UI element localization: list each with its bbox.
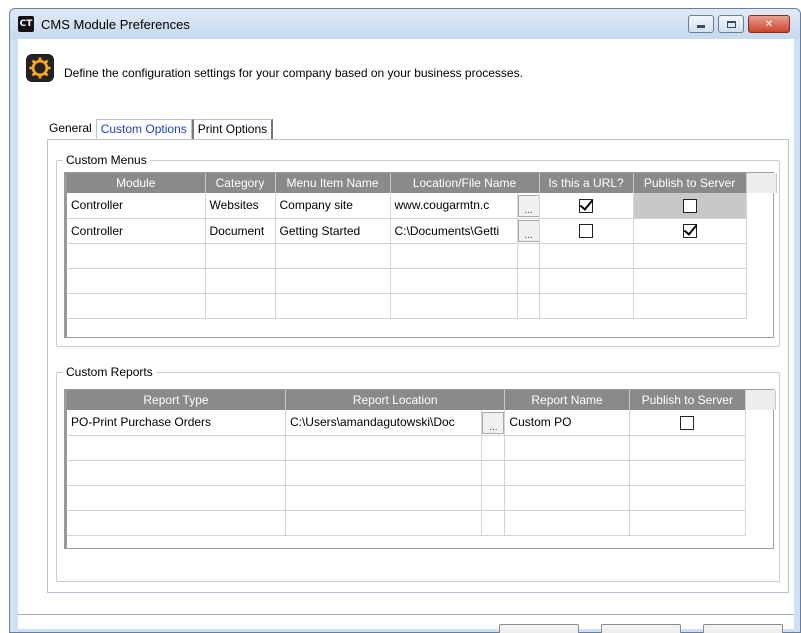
- table-row[interactable]: PO-Print Purchase Orders C:\Users\amanda…: [67, 410, 776, 436]
- browse-button[interactable]: ...: [517, 194, 539, 217]
- custom-reports-grid[interactable]: Report Type Report Location Report Name …: [64, 389, 777, 549]
- column-header-module[interactable]: Module: [67, 173, 206, 193]
- dialog-client: Define the configuration settings for yo…: [18, 39, 794, 633]
- banner-description: Define the configuration settings for yo…: [64, 66, 523, 80]
- cancel-button[interactable]: Cancel: [601, 624, 681, 633]
- maximize-icon: [726, 20, 736, 28]
- cell-menu-item[interactable]: Company site: [275, 193, 391, 219]
- empty-row[interactable]: [67, 268, 776, 294]
- app-logo-icon: CT: [18, 16, 34, 32]
- table-row[interactable]: Controller Websites Company site www.cou…: [67, 193, 776, 219]
- help-button[interactable]: Help: [703, 624, 783, 633]
- settings-gear-icon: [26, 54, 54, 82]
- custom-menus-header-row: Module Category Menu Item Name Location/…: [67, 173, 777, 193]
- custom-menus-group: Custom Menus Module Category Menu Item N…: [56, 153, 780, 347]
- cell-location[interactable]: www.cougarmtn.c: [390, 193, 518, 219]
- publish-checkbox[interactable]: [682, 198, 697, 213]
- cell-module[interactable]: Controller: [67, 218, 206, 244]
- browse-button[interactable]: ...: [517, 220, 539, 242]
- column-header-report-location[interactable]: Report Location: [285, 390, 506, 410]
- empty-row[interactable]: [67, 460, 776, 486]
- cell-report-name[interactable]: Custom PO: [504, 410, 630, 436]
- column-header-is-url[interactable]: Is this a URL?: [539, 173, 634, 193]
- column-header-category[interactable]: Category: [205, 173, 276, 193]
- column-header-filler: [745, 390, 777, 410]
- custom-reports-label: Custom Reports: [63, 365, 156, 379]
- tab-custom-options[interactable]: Custom Options: [95, 119, 192, 139]
- window-title: CMS Module Preferences: [41, 17, 190, 32]
- minimize-button[interactable]: [688, 15, 714, 33]
- column-header-report-type[interactable]: Report Type: [67, 390, 286, 410]
- maximize-button[interactable]: [718, 15, 744, 33]
- cell-category[interactable]: Websites: [205, 193, 276, 219]
- cell-module[interactable]: Controller: [67, 193, 206, 219]
- empty-row[interactable]: [67, 485, 776, 511]
- custom-menus-grid[interactable]: Module Category Menu Item Name Location/…: [64, 172, 777, 338]
- tab-strip: General Custom Options Print Options: [45, 119, 274, 139]
- column-header-publish[interactable]: Publish to Server: [629, 390, 746, 410]
- cell-location[interactable]: C:\Documents\Getti: [390, 218, 518, 244]
- empty-row[interactable]: [67, 243, 776, 269]
- table-row[interactable]: Controller Document Getting Started C:\D…: [67, 218, 776, 244]
- custom-reports-header-row: Report Type Report Location Report Name …: [67, 390, 777, 410]
- is-url-checkbox[interactable]: [579, 223, 594, 238]
- cell-category[interactable]: Document: [205, 218, 276, 244]
- title-bar[interactable]: CT CMS Module Preferences ✕: [10, 9, 800, 39]
- column-header-publish[interactable]: Publish to Server: [633, 173, 747, 193]
- close-button[interactable]: ✕: [748, 15, 790, 33]
- publish-checkbox[interactable]: [682, 223, 697, 238]
- close-icon: ✕: [764, 18, 774, 30]
- tab-print-options[interactable]: Print Options: [191, 119, 274, 139]
- cell-report-location[interactable]: C:\Users\amandagutowski\Doc: [285, 410, 483, 436]
- custom-reports-group: Custom Reports Report Type Report Locati…: [56, 365, 780, 582]
- custom-menus-label: Custom Menus: [63, 153, 150, 167]
- column-header-filler: [746, 173, 777, 193]
- cell-report-type[interactable]: PO-Print Purchase Orders: [67, 410, 286, 436]
- browse-button[interactable]: ...: [482, 411, 504, 434]
- column-header-report-name[interactable]: Report Name: [504, 390, 630, 410]
- cell-menu-item[interactable]: Getting Started: [275, 218, 391, 244]
- ok-button[interactable]: OK: [499, 624, 579, 633]
- column-header-location[interactable]: Location/File Name: [390, 173, 540, 193]
- window-controls: ✕: [688, 15, 790, 33]
- dialog-window: CT CMS Module Preferences ✕ Define the c…: [9, 8, 801, 633]
- publish-checkbox[interactable]: [680, 415, 695, 430]
- empty-row[interactable]: [67, 293, 776, 319]
- minimize-icon: [697, 25, 705, 28]
- empty-row[interactable]: [67, 435, 776, 461]
- tab-general[interactable]: General: [45, 119, 96, 139]
- is-url-checkbox[interactable]: [579, 198, 594, 213]
- column-header-menu-item-name[interactable]: Menu Item Name: [275, 173, 391, 193]
- tab-panel-custom-options: Custom Menus Module Category Menu Item N…: [47, 139, 789, 593]
- footer-divider: [18, 614, 794, 615]
- empty-row[interactable]: [67, 510, 776, 536]
